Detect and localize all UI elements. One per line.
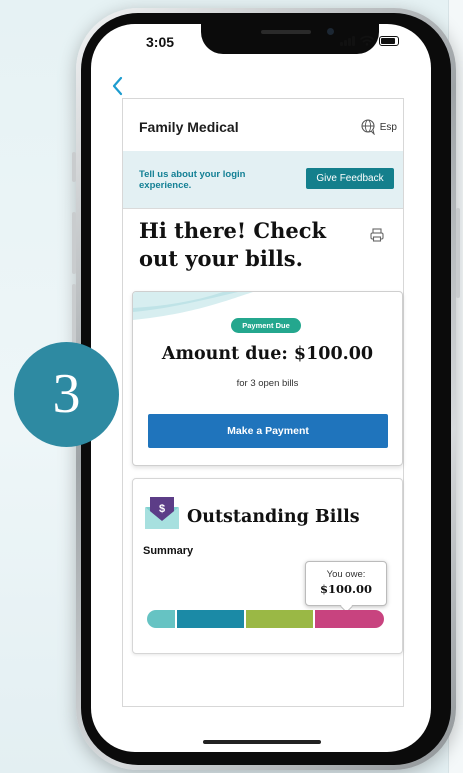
- volume-up-button: [72, 212, 76, 274]
- home-indicator: [203, 740, 321, 744]
- bill-page: Family Medical Esp Tell us about your lo…: [122, 98, 404, 707]
- tooltip-label: You owe:: [326, 569, 366, 580]
- speaker: [261, 30, 311, 34]
- open-bills-count: for 3 open bills: [236, 378, 299, 389]
- language-toggle[interactable]: Esp: [360, 119, 397, 135]
- front-camera: [327, 28, 334, 35]
- give-feedback-button[interactable]: Give Feedback: [306, 168, 394, 189]
- status-icons: [340, 35, 399, 46]
- battery-icon: [379, 36, 399, 46]
- mute-switch: [72, 152, 76, 182]
- svg-text:$: $: [159, 503, 165, 515]
- feedback-message: Tell us about your login experience.: [139, 169, 246, 191]
- amount-due-card: Payment Due Amount due: $100.00 for 3 op…: [132, 291, 403, 466]
- wifi-icon: [360, 35, 374, 46]
- app-header: Family Medical Esp: [123, 99, 403, 151]
- back-chevron-icon[interactable]: [111, 76, 131, 98]
- brand-name: Family Medical: [139, 119, 239, 135]
- tooltip-amount: $100.00: [319, 582, 372, 596]
- phone-frame: 3:05 Family Medical Esp Tell us about yo…: [72, 8, 460, 770]
- signal-icon: [340, 36, 355, 46]
- payment-due-badge: Payment Due: [231, 318, 301, 333]
- language-label: Esp: [379, 121, 397, 133]
- banner-divider: [123, 208, 403, 209]
- bill-segment-1[interactable]: [147, 610, 175, 628]
- feedback-banner: Tell us about your login experience. Giv…: [123, 151, 403, 208]
- bill-segment-2[interactable]: [176, 610, 244, 628]
- phone-screen: 3:05 Family Medical Esp Tell us about yo…: [91, 24, 431, 752]
- bill-segment-4[interactable]: [314, 610, 384, 628]
- make-payment-button[interactable]: Make a Payment: [148, 414, 388, 448]
- globe-chat-icon: [361, 119, 375, 135]
- volume-down-button: [72, 284, 76, 346]
- power-button: [456, 208, 460, 298]
- amount-due-title: Amount due: $100.00: [161, 344, 374, 364]
- page-greeting: Hi there! Check out your bills.: [139, 218, 327, 271]
- bill-segment-3[interactable]: [245, 610, 313, 628]
- dollar-envelope-icon: $: [145, 497, 179, 529]
- step-number-badge: 3: [14, 342, 119, 447]
- bills-summary-bar: [147, 610, 384, 628]
- you-owe-tooltip: You owe: $100.00: [305, 561, 387, 606]
- summary-label: Summary: [143, 545, 194, 557]
- outstanding-bills-title: Outstanding Bills: [187, 507, 360, 527]
- outstanding-bills-card: $ Outstanding Bills Summary You owe: $10…: [132, 478, 403, 654]
- printer-icon[interactable]: [369, 227, 385, 243]
- status-time: 3:05: [146, 34, 175, 50]
